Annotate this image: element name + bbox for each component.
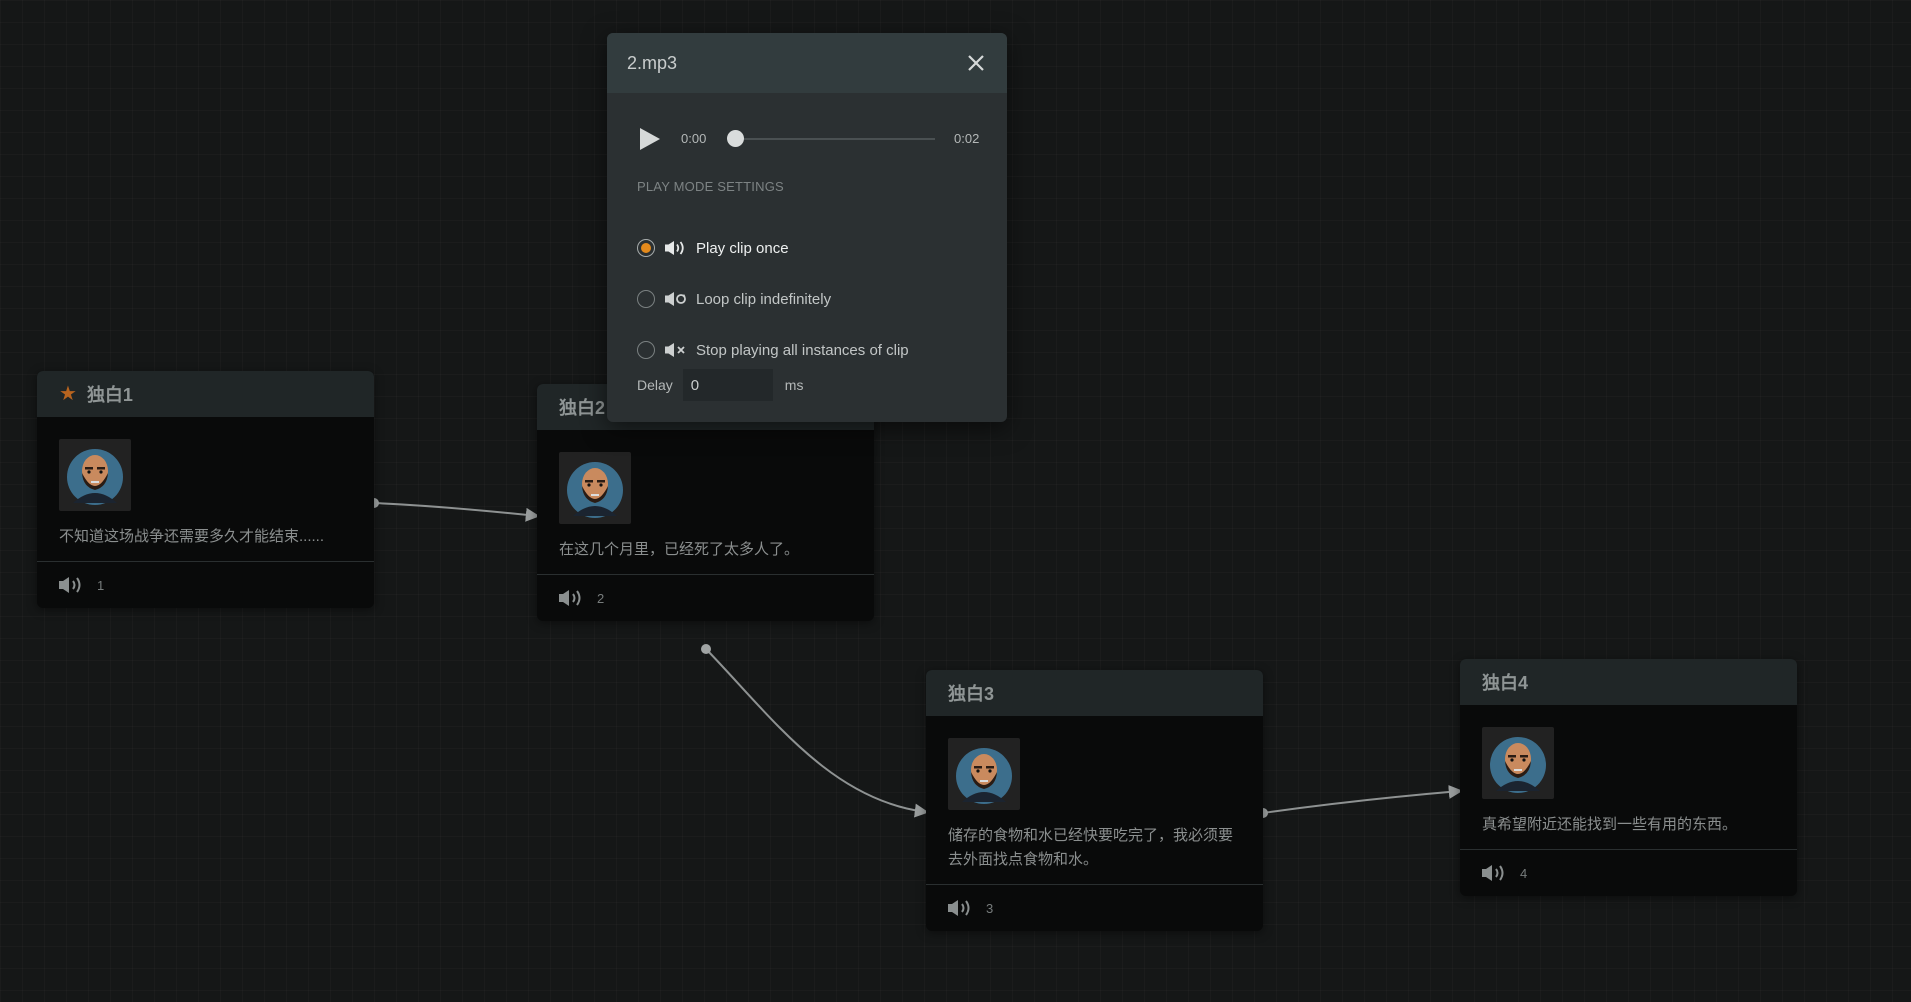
- current-time: 0:00: [681, 131, 707, 146]
- delay-label: Delay: [637, 377, 673, 393]
- close-button[interactable]: [963, 50, 989, 76]
- mode-play-once[interactable]: Play clip once: [637, 236, 789, 260]
- node-header[interactable]: 独白3: [926, 670, 1263, 716]
- node-header[interactable]: 独白4: [1460, 659, 1797, 705]
- seek-track[interactable]: [735, 138, 935, 140]
- seek-thumb[interactable]: [727, 130, 744, 147]
- connection-1-2: [369, 498, 540, 522]
- play-button[interactable]: [637, 127, 661, 151]
- popup-header: 2.mp3: [607, 33, 1007, 93]
- avatar-image: [67, 449, 123, 505]
- speaker-loop-icon: [665, 292, 687, 306]
- node-footer: 4: [1460, 849, 1797, 896]
- avatar: [1482, 727, 1554, 799]
- node-title: 独白3: [948, 684, 995, 704]
- total-time: 0:02: [954, 131, 980, 146]
- mode-label: Loop clip indefinitely: [696, 290, 832, 308]
- clip-name: 4: [1520, 865, 1528, 881]
- graph-canvas[interactable]: ★ 独白1 不知道这场战争还需要多久才能结束...... 1 独白2 在这几个月…: [0, 0, 1911, 1002]
- avatar: [559, 452, 631, 524]
- clip-name: 3: [986, 900, 994, 916]
- speaker-icon: [948, 900, 970, 916]
- popup-title: 2.mp3: [627, 52, 678, 73]
- connection-2-3: [701, 644, 929, 818]
- node-header[interactable]: ★ 独白1: [37, 371, 374, 417]
- node-footer: 3: [926, 884, 1263, 931]
- speaker-icon: [59, 577, 81, 593]
- speaker-icon: [1482, 865, 1504, 881]
- speaker-mute-icon: [665, 343, 687, 357]
- node-title: 独白2: [559, 398, 606, 418]
- node-footer: 2: [537, 574, 874, 621]
- node-1[interactable]: ★ 独白1 不知道这场战争还需要多久才能结束...... 1: [37, 371, 374, 608]
- star-icon: ★: [59, 383, 77, 405]
- mode-label: Stop playing all instances of clip: [696, 341, 909, 359]
- close-icon: [968, 55, 984, 71]
- audio-player: 0:00 0:02: [637, 121, 980, 157]
- avatar-image: [567, 462, 623, 518]
- radio-stop-all[interactable]: [637, 341, 655, 359]
- radio-loop[interactable]: [637, 290, 655, 308]
- speaker-icon: [559, 590, 581, 606]
- node-title: 独白4: [1482, 673, 1529, 693]
- node-3[interactable]: 独白3 储存的食物和水已经快要吃完了，我必须要去外面找点食物和水。 3: [926, 670, 1263, 931]
- delay-input[interactable]: [682, 369, 773, 401]
- avatar-image: [956, 748, 1012, 804]
- node-text: 真希望附近还能找到一些有用的东西。: [1482, 816, 1738, 833]
- node-footer: 1: [37, 561, 374, 608]
- node-4[interactable]: 独白4 真希望附近还能找到一些有用的东西。 4: [1460, 659, 1797, 896]
- clip-name: 2: [597, 590, 605, 606]
- node-text: 不知道这场战争还需要多久才能结束......: [59, 528, 325, 545]
- avatar-image: [1490, 737, 1546, 793]
- play-mode-section-label: PLAY MODE SETTINGS: [637, 179, 784, 194]
- mode-label: Play clip once: [696, 239, 789, 257]
- audio-settings-popup: 2.mp3 0:00 0:02 PLAY MODE SETTINGS Play …: [607, 33, 1007, 422]
- clip-name: 1: [97, 577, 105, 593]
- connection-3-4: [1258, 784, 1463, 818]
- node-text: 储存的食物和水已经快要吃完了，我必须要去外面找点食物和水。: [948, 827, 1234, 868]
- delay-unit: ms: [784, 377, 804, 393]
- delay-row: Delay ms: [637, 369, 803, 401]
- avatar: [59, 439, 131, 511]
- node-text: 在这几个月里，已经死了太多人了。: [559, 541, 800, 558]
- speaker-play-icon: [665, 241, 687, 255]
- avatar: [948, 738, 1020, 810]
- mode-stop-all[interactable]: Stop playing all instances of clip: [637, 338, 909, 362]
- play-icon: [640, 128, 660, 150]
- mode-loop[interactable]: Loop clip indefinitely: [637, 287, 831, 311]
- node-title: 独白1: [86, 385, 133, 405]
- radio-play-once[interactable]: [637, 239, 655, 257]
